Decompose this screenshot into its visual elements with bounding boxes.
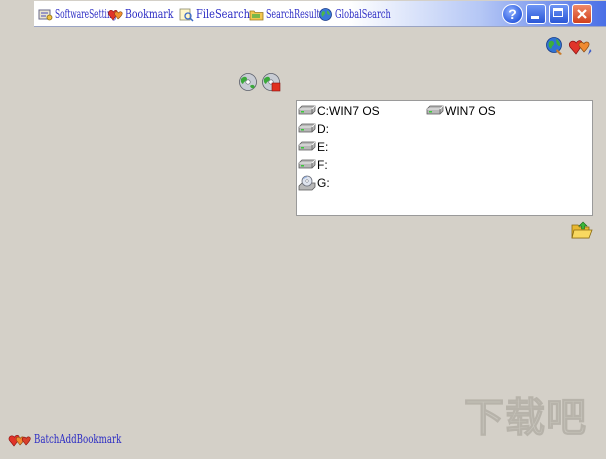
drive-volume-label: WIN7 OS	[445, 103, 496, 118]
drive-item-g[interactable]: G:	[298, 174, 330, 191]
batch-add-bookmark-link[interactable]: BatchAddBookmark	[8, 430, 155, 448]
help-button[interactable]: ?	[502, 4, 523, 24]
drive-label: E:	[317, 139, 329, 154]
drive-label: F:	[317, 157, 328, 172]
close-button[interactable]	[572, 4, 592, 24]
globe-icon	[319, 7, 332, 21]
drive-item-c[interactable]: C:WIN7 OS WIN7 OS	[298, 102, 496, 119]
optical-drive-icon	[298, 175, 316, 190]
disc-globe-icon[interactable]	[238, 72, 258, 92]
hearts-icon[interactable]	[568, 36, 592, 56]
batch-add-bookmark-label: BatchAddBookmark	[34, 432, 122, 446]
globe-icon[interactable]	[545, 36, 565, 56]
folder-icon	[249, 10, 264, 20]
title-bar: SoftwareSetting Bookmark FileSearch Sear…	[34, 1, 606, 27]
tab-bookmark[interactable]: Bookmark	[108, 5, 187, 23]
drive-label: G:	[317, 175, 330, 190]
open-folder-icon[interactable]	[571, 220, 593, 240]
tab-global-search[interactable]: GlobalSearch	[318, 5, 417, 23]
watermark: 下载吧	[464, 395, 587, 442]
drive-item-e[interactable]: E:	[298, 138, 328, 155]
drive-label: C:WIN7 OS	[317, 103, 380, 118]
minimize-button[interactable]	[526, 4, 546, 24]
hearts-icon	[8, 435, 31, 447]
drive-list[interactable]: C:WIN7 OS WIN7 OS D: E: F: G:	[296, 100, 593, 216]
tab-label: GlobalSearch	[335, 7, 391, 21]
hearts-icon	[108, 9, 123, 20]
drive-item-d[interactable]: D:	[298, 120, 329, 137]
tab-label: SearchResult	[266, 7, 320, 21]
hard-drive-icon	[298, 105, 316, 114]
hard-drive-icon	[298, 141, 316, 150]
hard-drive-icon	[298, 123, 316, 132]
file-search-icon	[179, 8, 194, 22]
close-icon	[577, 9, 587, 19]
hard-drive-icon	[298, 159, 316, 168]
maximize-button[interactable]	[549, 4, 569, 24]
disc-delete-icon[interactable]	[261, 72, 281, 92]
tab-label: FileSearch	[196, 7, 250, 21]
settings-icon	[38, 9, 53, 20]
tab-label: Bookmark	[125, 7, 174, 21]
hard-drive-icon	[426, 105, 444, 114]
drive-label: D:	[317, 121, 329, 136]
drive-volume-name: WIN7 OS	[426, 102, 496, 119]
drive-item-f[interactable]: F:	[298, 156, 328, 173]
